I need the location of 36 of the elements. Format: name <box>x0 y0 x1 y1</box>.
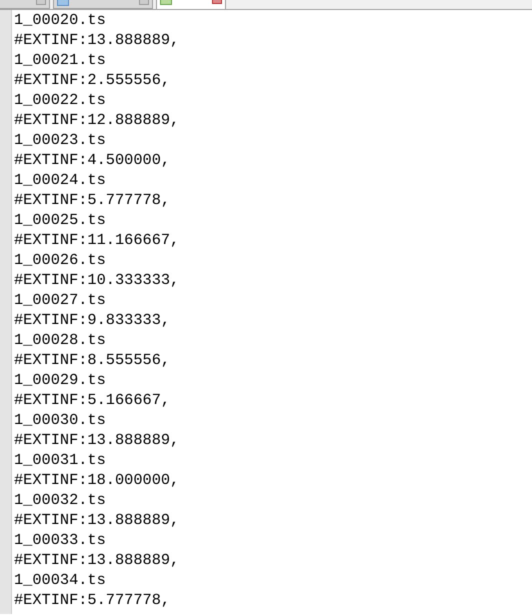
code-line: 1_00024.ts <box>14 170 107 190</box>
close-icon[interactable] <box>36 0 46 5</box>
code-line: #EXTINF:5.166667, <box>14 390 172 410</box>
code-line: #EXTINF:13.888889, <box>14 510 180 530</box>
code-line: #EXTINF:13.888889, <box>14 30 180 50</box>
code-line: 1_00021.ts <box>14 50 107 70</box>
code-line: #EXTINF:4.500000, <box>14 150 172 170</box>
code-line: #EXTINF:2.555556, <box>14 70 172 90</box>
code-line: 1_00022.ts <box>14 90 107 110</box>
code-line: #EXTINF:18.000000, <box>14 470 180 490</box>
file-icon <box>160 0 172 5</box>
code-line: 1_00030.ts <box>14 410 107 430</box>
code-line: 1_00031.ts <box>14 450 107 470</box>
code-line: #EXTINF:8.555556, <box>14 350 172 370</box>
code-line: 1_00033.ts <box>14 530 107 550</box>
code-line: 1_00027.ts <box>14 290 107 310</box>
code-line: #EXTINF:5.777778, <box>14 590 172 610</box>
code-line: 1_00034.ts <box>14 570 107 590</box>
code-line: 1_00029.ts <box>14 370 107 390</box>
code-line: #EXTINF:9.833333, <box>14 310 172 330</box>
code-line: 1_00025.ts <box>14 210 107 230</box>
code-line: 1_00020.ts <box>14 10 107 30</box>
code-line: #EXTINF:13.888889, <box>14 430 180 450</box>
code-line: 1_00032.ts <box>14 490 107 510</box>
code-line: 1_00028.ts <box>14 330 107 350</box>
file-icon <box>57 0 69 6</box>
editor-tab[interactable] <box>156 0 226 9</box>
editor-tab[interactable] <box>53 0 153 9</box>
code-line: #EXTINF:10.333333, <box>14 270 180 290</box>
code-line: 1_00026.ts <box>14 250 107 270</box>
code-line: 1_00023.ts <box>14 130 107 150</box>
close-icon[interactable] <box>139 0 149 5</box>
code-line: #EXTINF:13.888889, <box>14 550 180 570</box>
code-line: #EXTINF:11.166667, <box>14 230 180 250</box>
code-line: #EXTINF:12.888889, <box>14 110 180 130</box>
code-line: #EXTINF:5.777778, <box>14 190 172 210</box>
